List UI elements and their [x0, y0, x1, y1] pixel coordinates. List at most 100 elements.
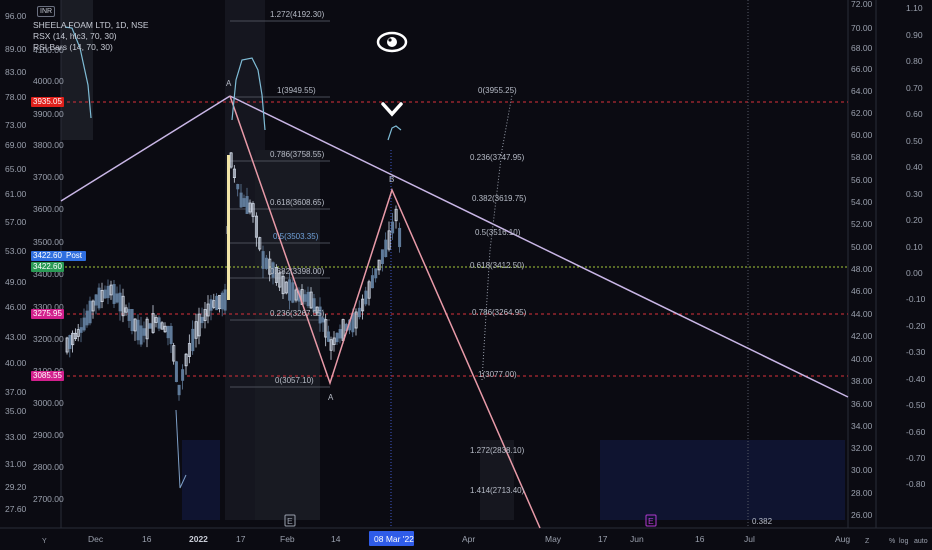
svg-text:0.30: 0.30: [906, 189, 923, 199]
candle-body: [288, 279, 292, 301]
svg-text:64.00: 64.00: [851, 86, 873, 96]
svg-text:E: E: [648, 516, 654, 526]
chart-legend[interactable]: SHEELA FOAM LTD, 1D, NSE RSX (14, hlc3, …: [33, 20, 149, 53]
svg-text:4000.00: 4000.00: [33, 76, 64, 86]
svg-text:33.00: 33.00: [5, 432, 27, 442]
candle-body: [127, 309, 131, 321]
svg-text:3000.00: 3000.00: [33, 398, 64, 408]
svg-text:53.00: 53.00: [5, 246, 27, 256]
svg-text:66.00: 66.00: [851, 64, 873, 74]
svg-text:60.00: 60.00: [851, 130, 873, 140]
indicator-rsi-bars[interactable]: RSI Bars (14, 70, 30): [33, 42, 149, 53]
svg-text:48.00: 48.00: [851, 264, 873, 274]
candle-body: [335, 332, 339, 343]
fib-label: 0.382: [752, 517, 773, 526]
svg-text:0.382(3619.75): 0.382(3619.75): [472, 194, 527, 203]
price-tag[interactable]: 3085.55: [31, 371, 64, 381]
candle-body: [169, 325, 173, 345]
price-tag[interactable]: 3935.05: [31, 97, 64, 107]
price-tag[interactable]: 3422.60: [31, 251, 64, 261]
svg-text:1(3077.00): 1(3077.00): [478, 370, 517, 379]
candle-body: [364, 290, 368, 305]
candle-body: [223, 289, 227, 311]
svg-text:0.618(3608.65): 0.618(3608.65): [270, 198, 325, 207]
svg-text:08 Mar '22: 08 Mar '22: [374, 534, 414, 544]
candle-body: [191, 328, 195, 352]
svg-text:0.786(3758.55): 0.786(3758.55): [270, 150, 325, 159]
candle-body: [174, 361, 178, 382]
svg-text:42.00: 42.00: [851, 331, 873, 341]
svg-text:3600.00: 3600.00: [33, 204, 64, 214]
svg-text:3200.00: 3200.00: [33, 334, 64, 344]
candle-body: [391, 221, 395, 234]
svg-text:Jun: Jun: [630, 534, 644, 544]
svg-text:Dec: Dec: [88, 534, 104, 544]
price-axis-main[interactable]: 4100.00 4000.00 3900.00 3800.00 3700.00 …: [33, 45, 64, 504]
post-market-tag[interactable]: Post: [62, 251, 87, 261]
svg-text:16: 16: [142, 534, 152, 544]
svg-text:28.00: 28.00: [851, 488, 873, 498]
time-cursor-label: 08 Mar '22: [369, 531, 414, 546]
svg-text:Apr: Apr: [462, 534, 475, 544]
svg-text:0.70: 0.70: [906, 83, 923, 93]
candle-body: [139, 325, 143, 345]
price-tag[interactable]: 3422.60: [31, 262, 64, 272]
svg-text:0(3057.10): 0(3057.10): [275, 376, 314, 385]
svg-text:78.00: 78.00: [5, 92, 27, 102]
candle-body: [82, 317, 86, 331]
svg-text:44.00: 44.00: [851, 309, 873, 319]
candle-body: [79, 327, 83, 333]
candle-body: [142, 328, 146, 336]
candle-body: [261, 251, 265, 269]
candle-body: [200, 316, 204, 324]
svg-text:69.00: 69.00: [5, 140, 27, 150]
svg-text:3700.00: 3700.00: [33, 172, 64, 182]
svg-text:29.20: 29.20: [5, 482, 27, 492]
candle-body: [157, 317, 161, 329]
candle-body: [291, 282, 295, 303]
svg-text:Jul: Jul: [744, 534, 755, 544]
symbol-title[interactable]: SHEELA FOAM LTD, 1D, NSE: [33, 20, 149, 31]
svg-text:0.236(3267.55): 0.236(3267.55): [270, 309, 325, 318]
candle-body: [264, 257, 268, 269]
svg-text:-0.50: -0.50: [906, 400, 926, 410]
svg-text:37.00: 37.00: [5, 387, 27, 397]
svg-text:E: E: [287, 516, 293, 526]
svg-text:0(3955.25): 0(3955.25): [478, 86, 517, 95]
candle-body: [97, 287, 101, 309]
candle-body: [239, 192, 243, 208]
candle-body: [215, 295, 219, 311]
svg-text:52.00: 52.00: [851, 219, 873, 229]
svg-text:0.10: 0.10: [906, 242, 923, 252]
candle-body: [380, 249, 384, 265]
svg-text:Aug: Aug: [835, 534, 850, 544]
svg-text:Z: Z: [865, 538, 870, 545]
svg-text:-0.20: -0.20: [906, 321, 926, 331]
candle-body: [130, 308, 134, 332]
svg-text:56.00: 56.00: [851, 175, 873, 185]
candle-body: [88, 300, 92, 324]
svg-text:3800.00: 3800.00: [33, 140, 64, 150]
svg-text:0.786(3264.95): 0.786(3264.95): [472, 308, 527, 317]
price-tag[interactable]: 3275.95: [31, 309, 64, 319]
svg-text:2900.00: 2900.00: [33, 430, 64, 440]
indicator-rsi-bars-label: RSI Bars (14, 70, 30): [33, 42, 113, 52]
svg-text:72.00: 72.00: [851, 0, 873, 9]
svg-text:17: 17: [598, 534, 608, 544]
candle-body: [227, 155, 230, 300]
svg-text:70.00: 70.00: [851, 23, 873, 33]
svg-text:40.00: 40.00: [5, 358, 27, 368]
svg-text:27.60: 27.60: [5, 504, 27, 514]
svg-text:0.90: 0.90: [906, 30, 923, 40]
svg-text:0.5(3503.35): 0.5(3503.35): [273, 232, 319, 241]
svg-text:49.00: 49.00: [5, 277, 27, 287]
svg-text:-0.10: -0.10: [906, 294, 926, 304]
candle-body: [321, 317, 325, 323]
svg-text:-0.80: -0.80: [906, 479, 926, 489]
chart-canvas[interactable]: A B A 1.272(4192.30) 1(3949.55) 0.786(37…: [0, 0, 932, 550]
candle-body: [136, 319, 140, 341]
candle-body: [103, 289, 107, 299]
svg-text:83.00: 83.00: [5, 67, 27, 77]
candle-body: [303, 294, 307, 302]
indicator-rsx[interactable]: RSX (14, hlc3, 70, 30): [33, 31, 149, 42]
